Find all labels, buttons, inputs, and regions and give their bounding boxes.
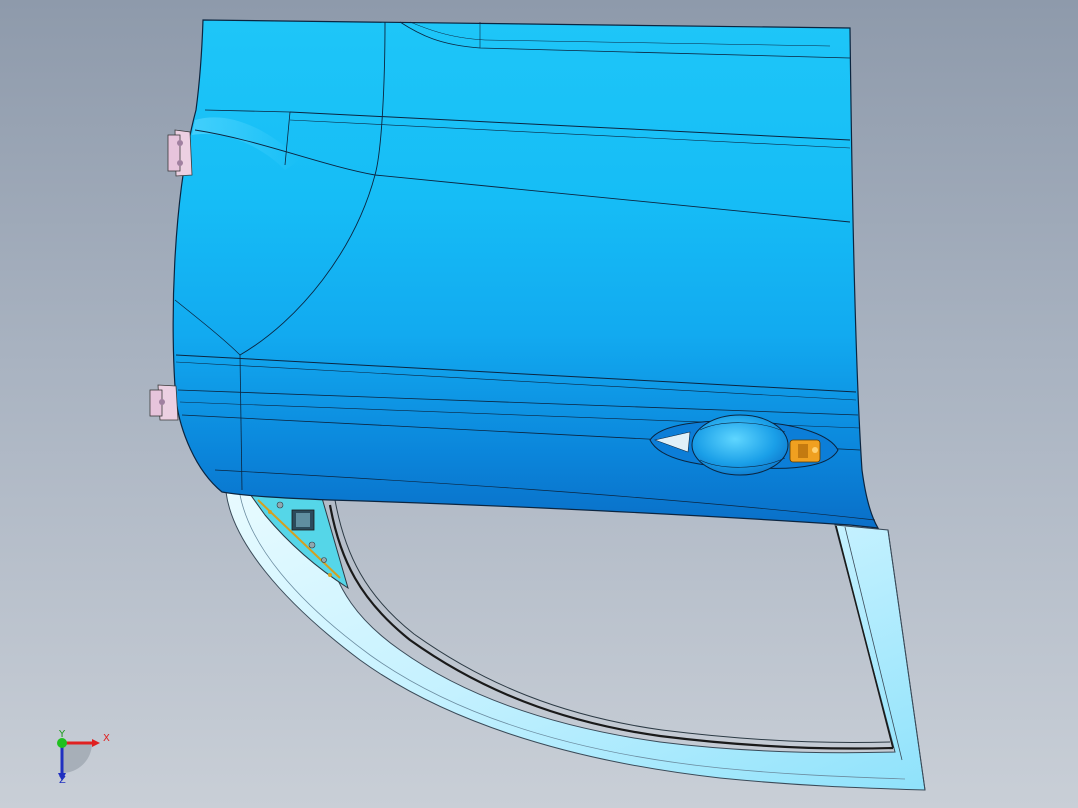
axis-z-label: Z [59, 775, 66, 786]
axis-x-label: X [103, 733, 110, 744]
upper-hinge[interactable] [167, 129, 193, 177]
3d-viewport[interactable] [0, 0, 1078, 808]
axis-y-label: Y [59, 729, 66, 740]
axis-triad-graphic [57, 738, 100, 781]
lower-hinge[interactable] [149, 384, 179, 421]
latch-mechanism[interactable] [789, 439, 821, 463]
axis-triad: X Y Z [40, 725, 130, 795]
